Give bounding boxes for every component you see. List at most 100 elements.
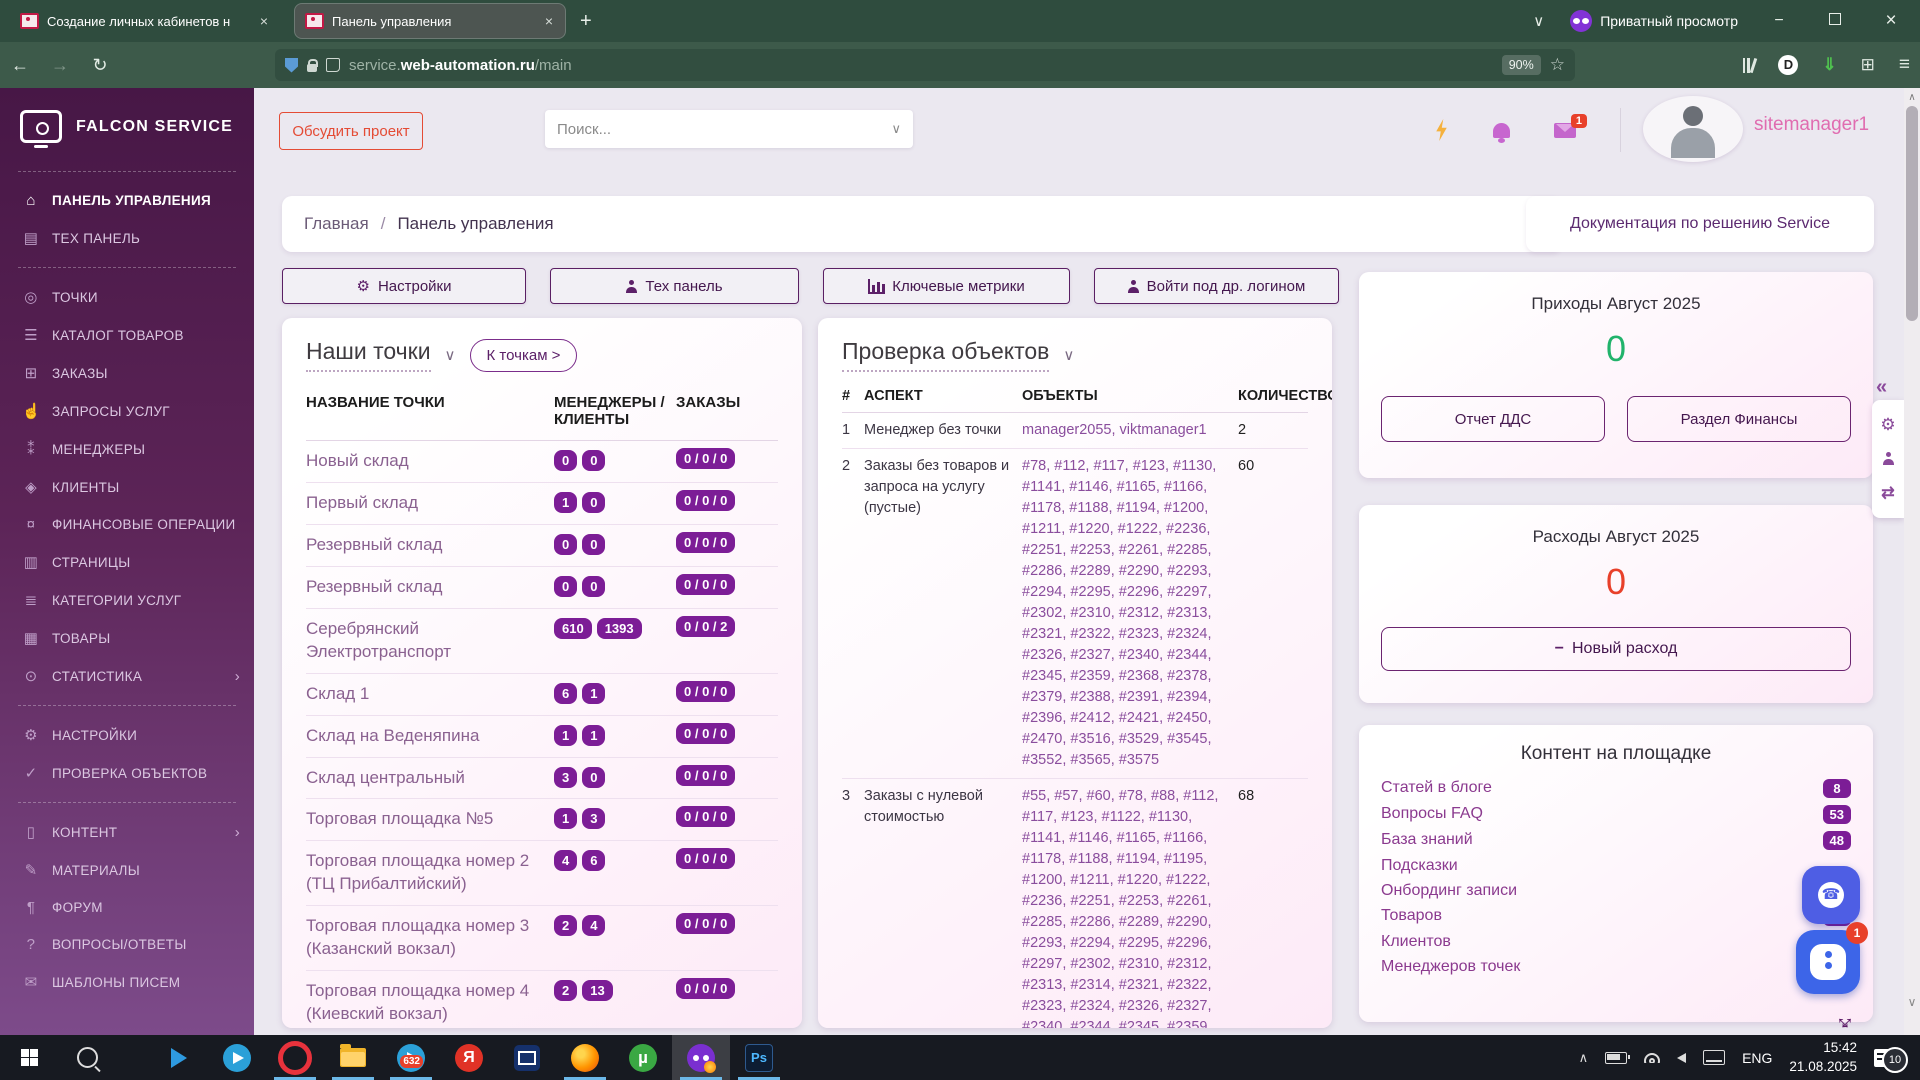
window-restore-button[interactable]: [1820, 12, 1850, 30]
sidebar-item-dashboard[interactable]: ⌂ПАНЕЛЬ УПРАВЛЕНИЯ: [0, 182, 254, 219]
documentation-button[interactable]: Документация по решению Service: [1526, 196, 1874, 252]
tracking-protection-icon[interactable]: [285, 58, 298, 73]
viber-widget-button[interactable]: ☎: [1802, 866, 1860, 924]
window-minimize-button[interactable]: −: [1764, 12, 1794, 30]
point-row[interactable]: Торговая площадка номер 4 (Киевский вокз…: [306, 971, 778, 1028]
point-row[interactable]: Серебрянский Электротранспорт61013930 / …: [306, 609, 778, 674]
downloads-manager-icon[interactable]: D: [1778, 55, 1798, 75]
bookmark-star-icon[interactable]: ☆: [1550, 55, 1565, 75]
new-tab-button[interactable]: +: [580, 10, 592, 33]
sidebar-item-catalog[interactable]: ☰КАТАЛОГ ТОВАРОВ: [0, 316, 254, 354]
sidebar-item-mail-templates[interactable]: ✉ШАБЛОНЫ ПИСЕМ: [0, 963, 254, 1001]
settings-button[interactable]: ⚙Настройки: [282, 268, 526, 304]
content-stat-row[interactable]: Товаров49: [1381, 903, 1851, 929]
taskbar-telegram[interactable]: [208, 1035, 266, 1080]
tab-inactive[interactable]: Создание личных кабинетов н ×: [10, 4, 280, 38]
permissions-icon[interactable]: [326, 58, 340, 72]
sidebar-item-pages[interactable]: ▥СТРАНИЦЫ: [0, 543, 254, 581]
taskbar-falcon-app[interactable]: [498, 1035, 556, 1080]
quick-actions-lightning-icon[interactable]: [1434, 119, 1449, 141]
object-check-title[interactable]: Проверка объектов: [842, 338, 1049, 372]
sidebar-item-tech-panel[interactable]: ▤ТЕХ ПАНЕЛЬ: [0, 219, 254, 257]
address-bar[interactable]: service.web-automation.ru/main 90% ☆: [275, 49, 1575, 81]
content-stat-row[interactable]: Подсказки: [1381, 853, 1851, 878]
menu-icon[interactable]: ≡: [1899, 54, 1910, 76]
point-row[interactable]: Торговая площадка номер 2 (ТЦ Прибалтийс…: [306, 841, 778, 906]
point-row[interactable]: Первый склад100 / 0 / 0: [306, 483, 778, 525]
dds-report-button[interactable]: Отчет ДДС: [1381, 396, 1605, 442]
key-metrics-button[interactable]: Ключевые метрики: [823, 268, 1070, 304]
breadcrumb-home-link[interactable]: Главная: [304, 214, 369, 234]
forward-button[interactable]: →: [40, 55, 80, 76]
sidebar-item-statistics[interactable]: ⊙СТАТИСТИКА›: [0, 657, 254, 695]
taskbar-telegram-2[interactable]: 632: [382, 1035, 440, 1080]
touch-keyboard-icon[interactable]: [1703, 1050, 1725, 1065]
sidebar-item-goods[interactable]: ▦ТОВАРЫ: [0, 619, 254, 657]
point-row[interactable]: Новый склад000 / 0 / 0: [306, 441, 778, 483]
sidebar-item-materials[interactable]: ✎МАТЕРИАЛЫ: [0, 851, 254, 889]
new-expense-button[interactable]: −Новый расход: [1381, 627, 1851, 671]
content-stat-row[interactable]: Клиентов: [1381, 929, 1851, 954]
taskbar-utorrent[interactable]: µ: [614, 1035, 672, 1080]
content-stat-row[interactable]: Статей в блоге8: [1381, 775, 1851, 801]
notifications-bell-icon[interactable]: [1493, 123, 1510, 138]
content-stat-row[interactable]: База знаний48: [1381, 827, 1851, 853]
start-button[interactable]: [0, 1035, 58, 1080]
library-icon[interactable]: [1743, 57, 1755, 73]
username-link[interactable]: sitemanager1: [1754, 114, 1869, 136]
collapse-panel-icon[interactable]: «: [1876, 376, 1887, 399]
taskbar-firefox-private[interactable]: [672, 1035, 730, 1080]
scrollbar-thumb[interactable]: [1906, 106, 1918, 321]
point-row[interactable]: Склад 1610 / 0 / 0: [306, 674, 778, 716]
chevron-down-icon[interactable]: ∨: [1063, 346, 1074, 364]
tray-expand-icon[interactable]: ∧: [1579, 1050, 1589, 1066]
sidebar-item-settings[interactable]: ⚙НАСТРОЙКИ: [0, 716, 254, 754]
brand[interactable]: FALCON SERVICE: [0, 88, 254, 161]
search-input[interactable]: Поиск... ∨: [545, 110, 913, 148]
window-close-button[interactable]: ×: [1876, 10, 1906, 32]
content-stat-row[interactable]: Вопросы FAQ53: [1381, 801, 1851, 827]
discuss-project-button[interactable]: Обсудить проект: [279, 112, 423, 150]
taskbar-media-player[interactable]: [150, 1035, 208, 1080]
sidebar-item-forum[interactable]: ¶ФОРУМ: [0, 889, 254, 926]
extensions-icon[interactable]: ⊞: [1861, 55, 1875, 75]
sidebar-item-points[interactable]: ◎ТОЧКИ: [0, 278, 254, 316]
content-stat-row[interactable]: Онбординг записи: [1381, 878, 1851, 903]
sidebar-item-service-requests[interactable]: ☝ЗАПРОСЫ УСЛУГ: [0, 392, 254, 430]
language-indicator[interactable]: ENG: [1742, 1050, 1772, 1066]
zoom-level-badge[interactable]: 90%: [1502, 55, 1541, 75]
scroll-down-icon[interactable]: ∨: [1904, 995, 1920, 1009]
taskbar-file-explorer[interactable]: [324, 1035, 382, 1080]
swap-arrows-icon[interactable]: ⇄: [1881, 483, 1894, 503]
sidebar-item-questions-answers[interactable]: ?ВОПРОСЫ/ОТВЕТЫ: [0, 926, 254, 963]
tab-close-icon[interactable]: ×: [543, 13, 555, 29]
wifi-icon[interactable]: [1644, 1053, 1660, 1063]
page-scrollbar[interactable]: ∧ ∨: [1904, 88, 1920, 1035]
point-row[interactable]: Резервный склад000 / 0 / 0: [306, 525, 778, 567]
point-row[interactable]: Торговая площадка номер 3 (Казанский вок…: [306, 906, 778, 971]
tab-active[interactable]: Панель управления ×: [294, 3, 566, 39]
notifications-icon[interactable]: 10: [1874, 1049, 1896, 1067]
sidebar-item-orders[interactable]: ⊞ЗАКАЗЫ: [0, 354, 254, 392]
user-avatar[interactable]: [1643, 96, 1743, 162]
taskbar-opera[interactable]: [266, 1035, 324, 1080]
tab-close-icon[interactable]: ×: [258, 13, 270, 29]
taskbar-photoshop[interactable]: Ps: [730, 1035, 788, 1080]
point-row[interactable]: Торговая площадка №5130 / 0 / 0: [306, 799, 778, 841]
sidebar-item-content[interactable]: ▯КОНТЕНТ›: [0, 813, 254, 851]
refresh-button[interactable]: ↻: [80, 55, 120, 76]
chat-widget-button[interactable]: 1: [1796, 930, 1860, 994]
sidebar-item-managers[interactable]: ⁑МЕНЕДЖЕРЫ: [0, 430, 254, 468]
lock-icon[interactable]: [307, 64, 317, 72]
battery-icon[interactable]: [1605, 1052, 1627, 1064]
list-tabs-icon[interactable]: ∨: [1533, 12, 1544, 30]
point-row[interactable]: Склад на Веденяпина110 / 0 / 0: [306, 716, 778, 758]
gear-icon[interactable]: ⚙: [1880, 415, 1895, 435]
widget-move-arrows-icon[interactable]: ↔↔: [1830, 1004, 1860, 1034]
clock[interactable]: 15:4221.08.2025: [1789, 1039, 1857, 1075]
scroll-up-icon[interactable]: ∧: [1904, 92, 1920, 103]
sidebar-item-financial-operations[interactable]: ¤ФИНАНСОВЫЕ ОПЕРАЦИИ: [0, 506, 254, 543]
our-points-title[interactable]: Наши точки: [306, 338, 431, 372]
tech-panel-button[interactable]: Тех панель: [550, 268, 799, 304]
sidebar-item-object-check[interactable]: ✓ПРОВЕРКА ОБЪЕКТОВ: [0, 754, 254, 792]
